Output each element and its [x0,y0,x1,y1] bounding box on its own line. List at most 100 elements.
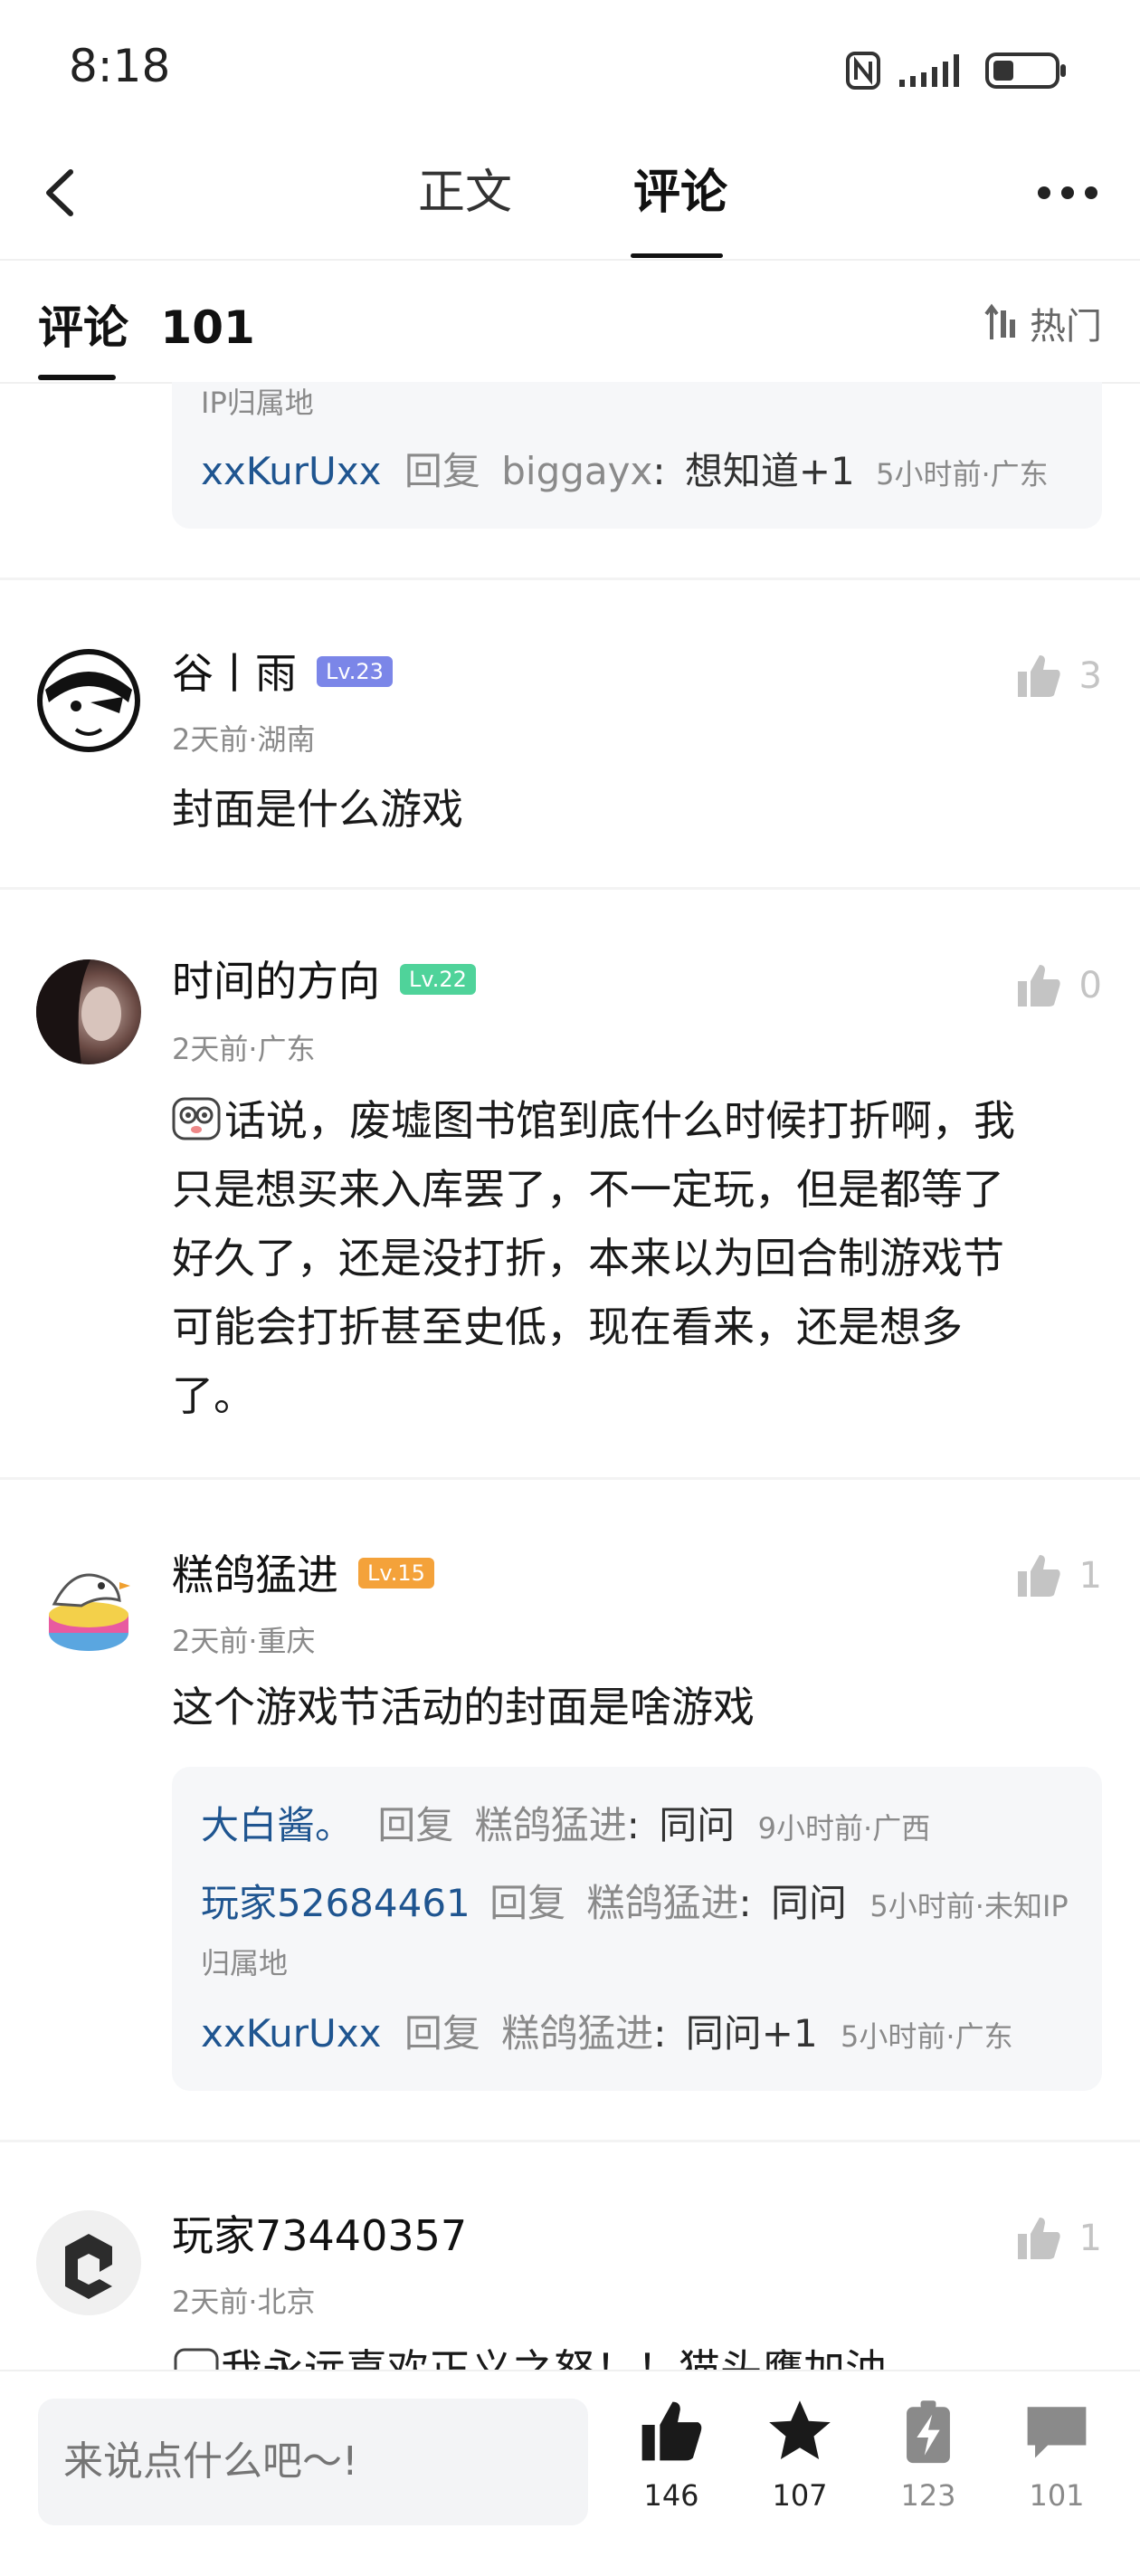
reply-word: 回复 [489,1881,566,1925]
sort-icon [984,303,1015,339]
like-action-count: 146 [643,2478,699,2513]
reply-user[interactable]: xxKurUxx [201,2011,382,2056]
reply-user[interactable]: 大白酱。 [201,1803,353,1847]
like-button[interactable]: 1 [1014,1551,1102,1600]
reply-item: xxKurUxx 回复 biggayx: 想知道+1 5小时前·广东 [201,445,1049,501]
reply-target[interactable]: 糕鸽猛进 [587,1881,739,1925]
reply-time-overflow: 归属地 [201,1946,289,1980]
comment-meta: 2天前·广东 [172,1032,316,1066]
reply-time-overflow: IP归属地 [201,386,314,420]
nfc-icon [846,52,880,90]
sort-label: 热门 [1030,306,1102,348]
chevron-left-icon [46,169,73,216]
username-text[interactable]: 谷丨雨 [172,649,297,698]
divider [0,887,1140,890]
reply-time: 9小时前·广西 [757,1811,931,1846]
like-count: 1 [1078,1555,1102,1597]
comments-title-indicator [38,375,116,380]
favorite-action-count: 107 [772,2478,828,2513]
reply-time: 5小时前·未知IP [869,1889,1069,1923]
status-time: 8:18 [69,40,171,92]
like-count: 0 [1078,965,1102,1007]
reply-word: 回复 [404,2011,480,2056]
comment-username[interactable]: 玩家73440357 [172,2209,467,2263]
avatar-image [36,959,141,1064]
charge-action[interactable]: 123 [874,2397,983,2513]
reply-item[interactable]: 大白酱。 回复 糕鸽猛进: 同问 9小时前·广西 [201,1799,930,1855]
back-button[interactable] [34,161,89,224]
avatar[interactable] [36,959,141,1064]
comment-text: 这个游戏节活动的封面是啥游戏 [172,1683,755,1732]
comment-line: 好久了，还是没打折，本来以为回合制游戏节 [172,1234,1004,1283]
more-dots-icon [1038,186,1097,199]
like-button[interactable]: 3 [1014,652,1102,701]
signal-icon [899,54,959,87]
reply-word: 回复 [377,1803,454,1847]
thumbs-up-icon [1017,2218,1060,2259]
comment-line: 可能会打折甚至史低，现在看来，还是想多 [172,1302,963,1351]
avatar[interactable] [36,2210,141,2315]
tab-comments[interactable]: 评论 [633,161,727,224]
comment-username[interactable]: 时间的方向 Lv.22 [172,954,476,1008]
comment-input[interactable] [38,2399,588,2525]
reply-user[interactable]: 玩家52684461 [201,1881,470,1925]
thumbs-up-icon [1017,655,1060,697]
reply-time: 5小时前·广东 [841,2019,1013,2054]
comment-meta: 2天前·北京 [172,2285,316,2319]
comment-meta: 2天前·湖南 [172,722,316,757]
reply-item[interactable]: xxKurUxx 回复 糕鸽猛进: 同问+1 5小时前·广东 [201,2008,1013,2063]
reply-target[interactable]: 糕鸽猛进 [475,1803,627,1847]
more-button[interactable] [1031,179,1104,206]
username-text[interactable]: 糕鸽猛进 [172,1550,338,1599]
like-button[interactable]: 0 [1014,961,1102,1010]
like-count: 3 [1078,655,1102,697]
reply-target[interactable]: 糕鸽猛进 [501,2011,653,2056]
comments-title: 评论 101 [38,291,255,357]
comment-line: 只是想买来入库罢了，不一定玩，但是都等了 [172,1165,1004,1214]
reply-text: 同问+1 [685,2011,818,2056]
like-button[interactable]: 1 [1014,2214,1102,2263]
level-badge: Lv.15 [358,1557,434,1589]
comment-meta: 2天前·重庆 [172,1624,316,1658]
reply-word: 回复 [404,449,480,493]
thumbs-up-icon [1017,1555,1060,1597]
comments-count: 101 [160,301,255,354]
comment-text: 话说，废墟图书馆到底什么时候打折啊，我 只是想买来入库罢了，不一定玩，但是都等了… [172,1086,1113,1430]
comment-line: 话说，废墟图书馆到底什么时候打折啊，我 [172,1086,1113,1155]
comment-username[interactable]: 糕鸽猛进 Lv.15 [172,1548,434,1602]
battery-bolt-icon [907,2400,950,2464]
comment-action[interactable]: 101 [1002,2397,1111,2513]
reply-item[interactable]: 玩家52684461 回复 糕鸽猛进: 同问 5小时前·未知IP [201,1877,1069,1932]
reply-target[interactable]: biggayx [501,449,652,493]
avatar[interactable] [36,648,141,753]
like-action[interactable]: 146 [617,2397,726,2513]
tab-main-text[interactable]: 正文 [418,161,512,224]
reply-text: 同问 [659,1803,736,1847]
comment-line: 了。 [172,1371,255,1420]
sort-toggle[interactable]: 热门 [983,297,1102,349]
comment-action-count: 101 [1029,2478,1085,2513]
thumbs-up-icon [1017,965,1060,1007]
comment-username[interactable]: 谷丨雨 Lv.23 [172,646,393,701]
thumbs-up-icon [641,2401,702,2461]
status-icons [845,51,1068,91]
avatar-icon [36,648,141,753]
chat-bubble-icon [1027,2407,1087,2458]
level-badge: Lv.23 [317,655,393,687]
reply-user[interactable]: xxKurUxx [201,449,382,493]
divider [0,2140,1140,2142]
divider [0,577,1140,580]
default-avatar-icon [36,2210,141,2315]
like-count: 1 [1078,2218,1102,2259]
divider [0,1477,1140,1480]
reply-text: 同问 [771,1881,848,1925]
pigeon-avatar-icon [36,1550,141,1655]
avatar[interactable] [36,1550,141,1655]
username-text[interactable]: 时间的方向 [172,957,380,1006]
reply-colon: : [652,449,666,493]
top-nav [0,136,1140,261]
favorite-action[interactable]: 107 [746,2397,854,2513]
reply-time: 5小时前·广东 [876,457,1049,491]
comments-title-label: 评论 [38,301,128,354]
battery-icon [985,52,1066,89]
